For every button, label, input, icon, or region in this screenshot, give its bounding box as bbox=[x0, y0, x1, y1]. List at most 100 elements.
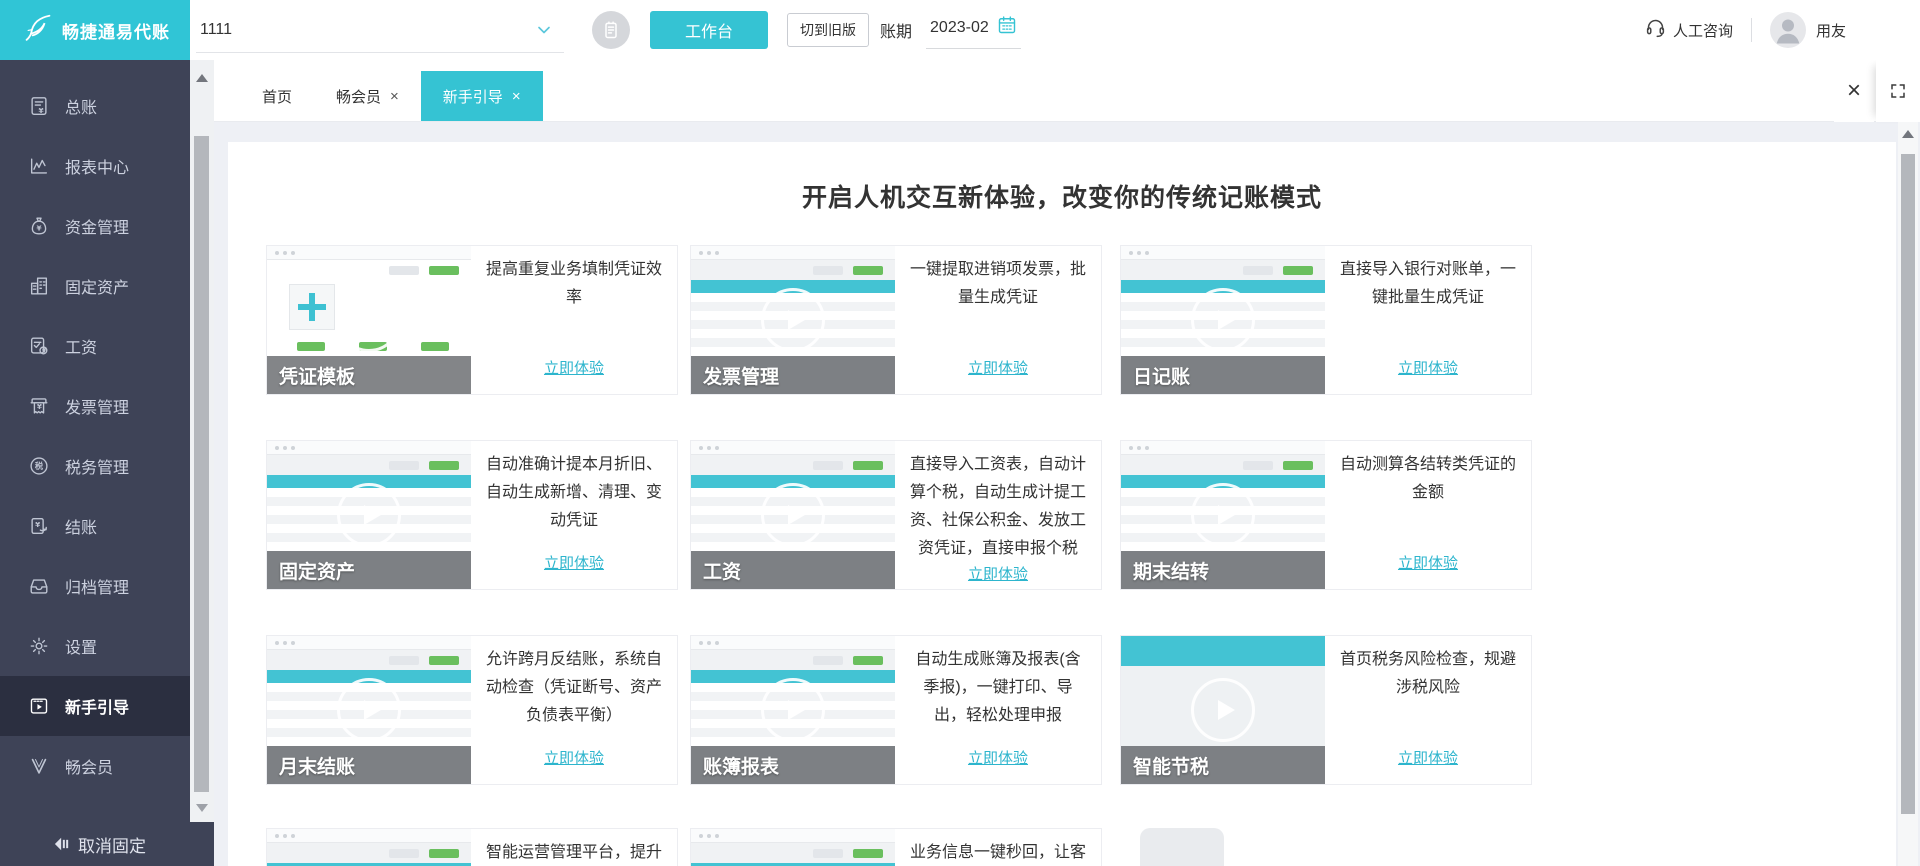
card-description: 一键提取进销项发票，批量生成凭证 bbox=[909, 261, 1086, 306]
headset-icon bbox=[1645, 17, 1666, 43]
try-now-link[interactable]: 立即体验 bbox=[1398, 747, 1458, 768]
card-description: 业务信息一键秒回，让客 bbox=[909, 844, 1086, 861]
chevron-down-icon bbox=[534, 20, 554, 40]
switch-old-version-button[interactable]: 切到旧版 bbox=[787, 13, 869, 47]
tab-guide[interactable]: 新手引导 × bbox=[420, 71, 543, 121]
svg-text:¥: ¥ bbox=[37, 223, 43, 232]
sidebar-item-funds[interactable]: ¥ 资金管理 bbox=[0, 196, 190, 256]
unpin-sidebar-button[interactable]: 取消固定 bbox=[0, 822, 214, 866]
card-description: 允许跨月反结账，系统自动检查（凭证断号、资产负债表平衡） bbox=[485, 651, 662, 724]
try-now-link[interactable]: 立即体验 bbox=[544, 747, 604, 768]
play-icon[interactable] bbox=[1191, 483, 1255, 547]
scroll-down-icon[interactable] bbox=[196, 804, 208, 812]
video-thumbnail[interactable]: 期末结转 bbox=[1121, 441, 1325, 589]
video-thumbnail[interactable]: 发票管理 bbox=[691, 246, 895, 394]
app-logo: 畅捷通易代账 bbox=[0, 0, 190, 60]
svg-text:¥: ¥ bbox=[39, 106, 45, 115]
try-now-link[interactable]: 立即体验 bbox=[544, 552, 604, 573]
support-button[interactable]: 人工咨询 bbox=[1645, 17, 1733, 43]
play-icon[interactable] bbox=[337, 483, 401, 547]
account-select[interactable]: 1111 bbox=[196, 0, 564, 60]
card-description: 直接导入银行对账单，一键批量生成凭证 bbox=[1339, 261, 1516, 306]
sidebar-item-member[interactable]: 畅会员 bbox=[0, 736, 190, 796]
play-icon[interactable] bbox=[1191, 678, 1255, 742]
ledger-icon: ¥ bbox=[31, 97, 47, 115]
try-now-link[interactable]: 立即体验 bbox=[1398, 357, 1458, 378]
closing-book-icon: ¥ bbox=[31, 517, 47, 535]
video-thumbnail[interactable] bbox=[691, 829, 895, 866]
play-icon[interactable] bbox=[337, 678, 401, 742]
card-title: 固定资产 bbox=[279, 561, 356, 583]
svg-text:¥: ¥ bbox=[42, 346, 48, 355]
workbench-button[interactable]: 工作台 bbox=[650, 11, 768, 49]
main-scrollbar[interactable] bbox=[1898, 122, 1918, 866]
play-icon[interactable] bbox=[761, 288, 825, 352]
main-scroll-thumb[interactable] bbox=[1901, 154, 1915, 814]
loading-thumbnail-placeholder bbox=[1140, 828, 1224, 866]
period-picker[interactable]: 2023-02 bbox=[926, 11, 1021, 49]
video-thumbnail[interactable]: 固定资产 bbox=[267, 441, 471, 589]
tab-member[interactable]: 畅会员 × bbox=[314, 71, 421, 121]
sidebar-item-report-center[interactable]: 报表中心 bbox=[0, 136, 190, 196]
vip-member-icon bbox=[31, 758, 47, 774]
card-description: 提高重复业务填制凭证效率 bbox=[485, 261, 662, 306]
report-chart-icon bbox=[30, 158, 48, 174]
fullscreen-icon[interactable] bbox=[1876, 60, 1920, 122]
play-icon[interactable] bbox=[761, 483, 825, 547]
video-thumbnail[interactable] bbox=[267, 829, 471, 866]
sidebar-item-tax[interactable]: 税 税务管理 bbox=[0, 436, 190, 496]
scroll-up-icon[interactable] bbox=[1902, 130, 1914, 138]
journal-icon[interactable] bbox=[592, 11, 630, 49]
feather-logo-icon bbox=[20, 10, 56, 51]
tab-label: 首页 bbox=[262, 88, 293, 106]
tab-close-icon[interactable]: × bbox=[512, 88, 521, 105]
sidebar-item-fixed-assets[interactable]: 固定资产 bbox=[0, 256, 190, 316]
sidebar-scroll-thumb[interactable] bbox=[194, 136, 209, 792]
card-description: 智能运营管理平台，提升 bbox=[485, 844, 662, 861]
try-now-link[interactable]: 立即体验 bbox=[968, 747, 1028, 768]
sidebar-item-invoice[interactable]: ¥ 发票管理 bbox=[0, 376, 190, 436]
card-title: 期末结转 bbox=[1133, 561, 1210, 583]
username[interactable]: 用友 bbox=[1816, 20, 1846, 41]
sidebar-item-guide[interactable]: 新手引导 bbox=[0, 676, 190, 736]
play-icon[interactable] bbox=[337, 288, 401, 352]
video-thumbnail[interactable]: 智能节税 bbox=[1121, 636, 1325, 784]
top-header: 畅捷通易代账 1111 工作台 切到旧版 账期 2023-02 人工咨询 用友 bbox=[0, 0, 1920, 60]
sidebar-item-salary[interactable]: ¥ 工资 bbox=[0, 316, 190, 376]
video-thumbnail[interactable]: 工资 bbox=[691, 441, 895, 589]
invoice-icon: ¥ bbox=[30, 398, 48, 414]
try-now-link[interactable]: 立即体验 bbox=[968, 563, 1028, 584]
tabs: 首页 畅会员 × 新手引导 × bbox=[214, 71, 543, 121]
logo-text: 畅捷通易代账 bbox=[62, 22, 170, 42]
video-thumbnail[interactable]: 日记账 bbox=[1121, 246, 1325, 394]
sidebar-item-settings[interactable]: 设置 bbox=[0, 616, 190, 676]
user-avatar[interactable] bbox=[1770, 12, 1807, 48]
archive-box-icon bbox=[30, 579, 48, 594]
video-thumbnail[interactable]: 凭证模板 bbox=[267, 246, 471, 394]
try-now-link[interactable]: 立即体验 bbox=[544, 357, 604, 378]
close-all-tabs-icon[interactable]: × bbox=[1834, 60, 1874, 122]
svg-text:税: 税 bbox=[35, 461, 44, 471]
sidebar-scrollbar[interactable] bbox=[190, 60, 214, 822]
account-value: 1111 bbox=[200, 21, 233, 38]
video-thumbnail[interactable]: 月末结账 bbox=[267, 636, 471, 784]
play-icon[interactable] bbox=[1191, 288, 1255, 352]
sidebar-item-archive[interactable]: 归档管理 bbox=[0, 556, 190, 616]
video-thumbnail[interactable]: 账簿报表 bbox=[691, 636, 895, 784]
card-title: 月末结账 bbox=[279, 756, 356, 778]
tab-home[interactable]: 首页 bbox=[240, 71, 314, 121]
sidebar-item-closing[interactable]: ¥ 结账 bbox=[0, 496, 190, 556]
video-guide-icon bbox=[30, 698, 48, 714]
try-now-link[interactable]: 立即体验 bbox=[1398, 552, 1458, 573]
sidebar-item-general-ledger[interactable]: ¥ 总账 bbox=[0, 76, 190, 136]
sidebar-menu: ¥ 总账 报表中心 ¥ 资金管理 固定资产 ¥ 工资 ¥ 发票管理 税 税务管理… bbox=[0, 76, 190, 796]
try-now-link[interactable]: 立即体验 bbox=[968, 357, 1028, 378]
feature-card-fixed-assets: 固定资产 自动准确计提本月折旧、自动生成新增、清理、变动凭证 立即体验 bbox=[266, 440, 678, 590]
play-icon[interactable] bbox=[761, 678, 825, 742]
card-description: 直接导入工资表，自动计算个税，自动生成计提工资、社保公积金、发放工资凭证，直接申… bbox=[909, 456, 1086, 557]
period-label: 账期 bbox=[880, 24, 913, 41]
tab-close-icon[interactable]: × bbox=[390, 88, 399, 105]
scroll-up-icon[interactable] bbox=[196, 74, 208, 82]
card-title: 凭证模板 bbox=[279, 366, 356, 388]
feature-card-invoice: 发票管理 一键提取进销项发票，批量生成凭证 立即体验 bbox=[690, 245, 1102, 395]
